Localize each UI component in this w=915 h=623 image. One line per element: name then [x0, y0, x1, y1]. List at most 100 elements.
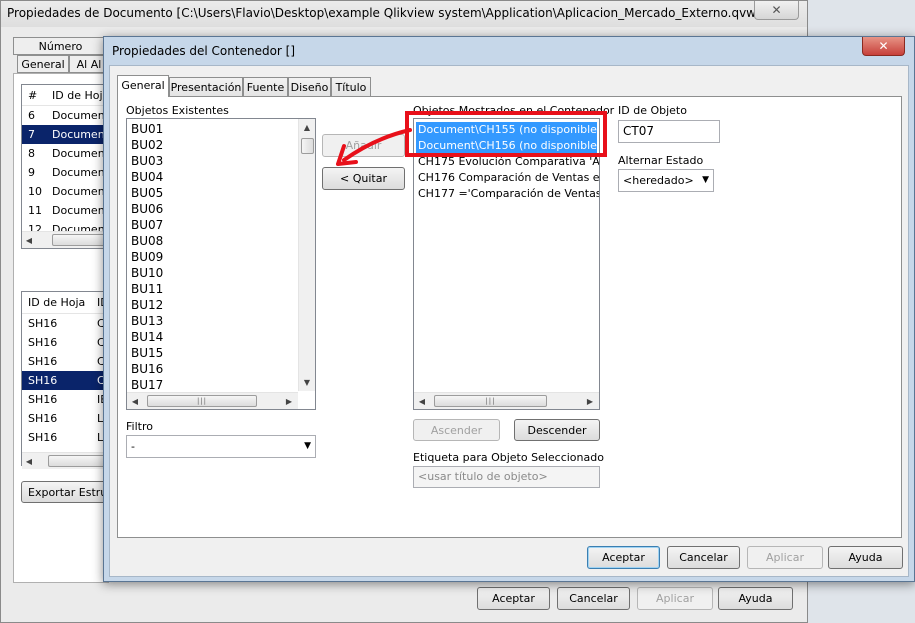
list-item[interactable]: CH176 Comparación de Ventas en KG	[414, 170, 599, 186]
selected-object-tag-label: Etiqueta para Objeto Seleccionado	[413, 451, 604, 464]
shown-objects-list[interactable]: Document\CH155 (no disponible) Document\C…	[413, 118, 600, 410]
list-item[interactable]: BU16	[127, 361, 315, 377]
row-sheet-id: SH16	[28, 431, 58, 444]
tab-titulo[interactable]: Título	[331, 77, 371, 97]
list-item[interactable]: BU09	[127, 249, 315, 265]
list2-hscroll-thumb[interactable]	[48, 455, 110, 467]
tab-fuente[interactable]: Fuente	[243, 77, 288, 97]
object-id-input[interactable]: CT07	[618, 120, 720, 143]
table-row[interactable]: SH16L	[22, 428, 111, 447]
annotation-arrow	[336, 128, 412, 166]
row-number: 8	[28, 147, 35, 160]
list1-hscroll-thumb[interactable]	[52, 234, 110, 246]
list-item[interactable]: BU05	[127, 185, 315, 201]
back-accept-button[interactable]: Aceptar	[477, 587, 550, 610]
sheet-object-list[interactable]: ID de Hoja ID SH16CSH16CSH16CSH16CSH16IE…	[21, 291, 111, 466]
row-sheet-id: SH16	[28, 355, 58, 368]
list1-header-num[interactable]: #	[28, 85, 37, 106]
list-item[interactable]: BU15	[127, 345, 315, 361]
back-apply-button[interactable]: Aplicar	[637, 587, 713, 610]
help-button[interactable]: Ayuda	[828, 546, 903, 569]
tab-general[interactable]: General	[117, 75, 169, 97]
table-row[interactable]: SH16 C	[22, 333, 111, 352]
list-item[interactable]: BU07	[127, 217, 315, 233]
list-item[interactable]: CH177 ='Comparación de Ventas en' &	[414, 186, 599, 202]
table-row[interactable]: 7 DocumentV	[22, 125, 111, 144]
scroll-left-icon: ◀	[131, 397, 139, 406]
move-up-button[interactable]: Ascender	[413, 419, 500, 441]
dialog-close-button[interactable]: ✕	[862, 37, 905, 56]
scroll-up-icon: ▲	[303, 122, 311, 132]
list2-header: ID de Hoja ID	[22, 292, 111, 314]
back-tab-general[interactable]: General	[17, 55, 69, 73]
list1-hscroll[interactable]: ◀	[22, 231, 110, 248]
existing-vscroll[interactable]: ▲ ▼	[298, 119, 315, 391]
row-number: 11	[28, 204, 42, 217]
tab-diseno[interactable]: Diseño	[288, 77, 331, 97]
existing-objects-label: Objetos Existentes	[126, 104, 229, 117]
table-row[interactable]: SH16 C	[22, 314, 111, 333]
list-item[interactable]: BU08	[127, 233, 315, 249]
tab-presentacion[interactable]: Presentación	[169, 77, 243, 97]
list1-header-id[interactable]: ID de Hoja	[52, 85, 109, 106]
chevron-down-icon: ▼	[304, 441, 311, 451]
back-cancel-button[interactable]: Cancelar	[557, 587, 630, 610]
list1-header: # ID de Hoja	[22, 85, 111, 106]
list-item[interactable]: BU02	[127, 137, 315, 153]
back-close-button[interactable]: ✕	[754, 1, 799, 20]
filter-label: Filtro	[126, 420, 153, 433]
existing-hscroll[interactable]: ◀ ||| ▶	[127, 392, 298, 409]
row-number: 7	[28, 128, 35, 141]
list2-hscroll[interactable]: ◀	[22, 452, 110, 469]
table-row[interactable]: 6 DocumentV	[22, 106, 111, 125]
move-down-button[interactable]: Descender	[514, 419, 600, 441]
list2-header-id[interactable]: ID de Hoja	[28, 292, 85, 314]
table-row[interactable]: 9 DocumentV	[22, 163, 111, 182]
existing-hscroll-thumb[interactable]: |||	[147, 395, 257, 407]
shown-hscroll-thumb[interactable]: |||	[434, 395, 547, 407]
list-item[interactable]: BU11	[127, 281, 315, 297]
apply-button[interactable]: Aplicar	[747, 546, 823, 569]
list-item[interactable]: BU17	[127, 377, 315, 393]
table-row[interactable]: SH16 C	[22, 352, 111, 371]
row-sheet-id: SH16	[28, 317, 58, 330]
export-structure-button[interactable]: Exportar Estruct	[21, 481, 118, 503]
scroll-down-icon: ▼	[303, 377, 311, 387]
list-item[interactable]: BU12	[127, 297, 315, 313]
back-help-button[interactable]: Ayuda	[718, 587, 793, 610]
list-item[interactable]: BU13	[127, 313, 315, 329]
sheet-number-list[interactable]: # ID de Hoja 6 DocumentV 7 DocumentV 8 Docume…	[21, 84, 111, 249]
selected-object-tag-input[interactable]: <usar título de objeto>	[413, 466, 600, 488]
table-row[interactable]: SH16L	[22, 409, 111, 428]
remove-button[interactable]: < Quitar	[322, 167, 405, 190]
table-row[interactable]: SH16IE	[22, 390, 111, 409]
row-number: 6	[28, 109, 35, 122]
cancel-button[interactable]: Cancelar	[667, 546, 740, 569]
table-row[interactable]: 8 DocumentV	[22, 144, 111, 163]
list-item[interactable]: BU10	[127, 265, 315, 281]
close-icon: ✕	[878, 39, 889, 53]
scroll-right-icon: ▶	[586, 397, 594, 406]
shown-hscroll[interactable]: ◀ ||| ▶	[414, 392, 599, 409]
alternate-state-dropdown[interactable]: <heredado> ▼	[618, 169, 714, 192]
row-sheet-id: SH16	[28, 336, 58, 349]
scroll-left-icon: ◀	[418, 397, 426, 406]
list-item[interactable]: BU03	[127, 153, 315, 169]
scroll-right-icon: ▶	[285, 397, 293, 406]
table-row[interactable]: SH16 C	[22, 371, 111, 390]
filter-dropdown[interactable]: - ▼	[126, 435, 316, 458]
list-item[interactable]: BU01	[127, 121, 315, 137]
existing-vscroll-thumb[interactable]	[301, 138, 314, 154]
list-item[interactable]: BU14	[127, 329, 315, 345]
alternate-state-label: Alternar Estado	[618, 154, 704, 167]
list-item[interactable]: BU06	[127, 201, 315, 217]
table-row[interactable]: 10 DocumentV	[22, 182, 111, 201]
object-id-label: ID de Objeto	[618, 104, 687, 117]
table-row[interactable]: 11 DocumentV	[22, 201, 111, 220]
accept-button[interactable]: Aceptar	[587, 546, 660, 569]
row-sheet-id: SH16	[28, 393, 58, 406]
existing-objects-list[interactable]: BU01 BU02 BU03 BU04 BU05 BU06 BU07 BU08 BU09 BU10…	[126, 118, 316, 410]
list-item[interactable]: BU04	[127, 169, 315, 185]
row-number: 10	[28, 185, 42, 198]
back-tab-numero[interactable]: Número	[13, 37, 108, 55]
